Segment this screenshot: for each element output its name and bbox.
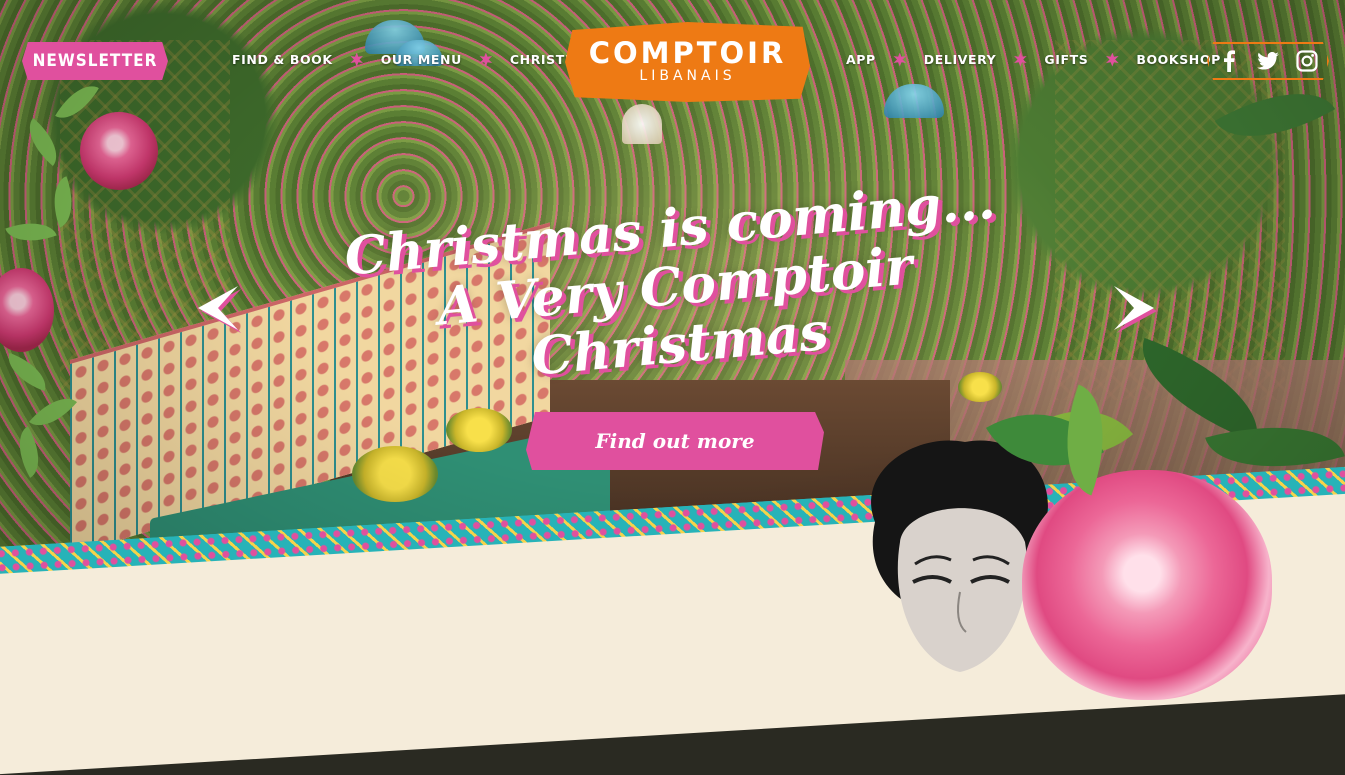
newsletter-button[interactable]: NEWSLETTER <box>22 42 168 80</box>
twitter-icon[interactable] <box>1256 49 1280 73</box>
flower-divider-icon <box>350 52 364 67</box>
instagram-icon[interactable] <box>1295 49 1319 73</box>
nav-link-our-menu[interactable]: OUR MENU <box>381 52 462 67</box>
nav-link-find-book[interactable]: FIND & BOOK <box>232 52 333 67</box>
comptoir-libanais-logo[interactable]: COMPTOIR LIBANAIS <box>565 22 810 102</box>
social-links <box>1207 42 1329 80</box>
carousel-next-arrow-icon[interactable] <box>1110 280 1164 336</box>
facebook-icon[interactable] <box>1217 49 1241 73</box>
flower-divider-icon <box>893 52 907 67</box>
logo-wordmark: COMPTOIR <box>588 36 787 70</box>
logo-subtitle: LIBANAIS <box>639 68 736 84</box>
carousel-prev-arrow-icon[interactable] <box>188 280 242 336</box>
flower-divider-icon <box>479 52 493 67</box>
nav-link-gifts[interactable]: GIFTS <box>1044 52 1088 67</box>
flower-divider-icon <box>1014 52 1027 67</box>
pink-rose-illustration <box>1022 470 1272 700</box>
find-out-more-button[interactable]: Find out more <box>526 412 824 470</box>
primary-nav-left: FIND & BOOK OUR MENU CHRISTMAS <box>232 52 598 67</box>
nav-link-app[interactable]: APP <box>846 52 876 67</box>
primary-nav-right: APP DELIVERY GIFTS BOOKSHOP <box>846 52 1221 67</box>
flower-divider-icon <box>1106 52 1119 67</box>
nav-link-delivery[interactable]: DELIVERY <box>924 52 997 67</box>
